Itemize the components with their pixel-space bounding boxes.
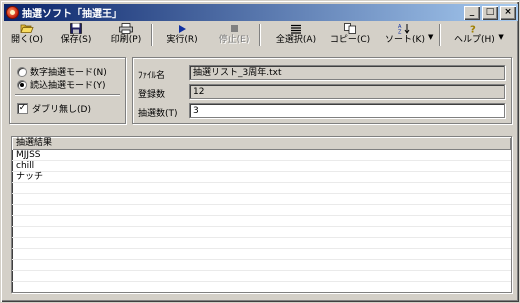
- empty-row: [12, 227, 511, 238]
- results-header[interactable]: 抽選結果: [12, 137, 511, 150]
- floppy-disk-icon: [69, 23, 83, 34]
- file-info-panel: ﾌｧｲﾙ名 抽選リスト_3周年.txt 登録数 12 抽選数(T) 3: [132, 57, 512, 124]
- checkmark-icon[interactable]: ✓: [17, 103, 28, 114]
- mode-divider: [15, 94, 120, 96]
- empty-row: [12, 238, 511, 249]
- maximize-button[interactable]: □: [482, 5, 498, 20]
- empty-row: [12, 271, 511, 282]
- count-field: 12: [189, 84, 505, 99]
- folder-open-icon: [20, 23, 34, 34]
- save-button[interactable]: 保存(S): [54, 22, 98, 47]
- count-label: 登録数: [138, 90, 166, 100]
- title-bar[interactable]: 抽選ソフト「抽選王」 _ □ ×: [4, 4, 518, 21]
- draw-count-input[interactable]: 3: [189, 103, 505, 118]
- toolbar-separator: [439, 24, 442, 46]
- copy-button[interactable]: コピー(C): [328, 22, 372, 47]
- window-controls: _ □ ×: [462, 5, 516, 20]
- help-button[interactable]: ? ヘルプ(H): [450, 22, 498, 47]
- app-window: 抽選ソフト「抽選王」 _ □ × 開く(O) 保存(S) 印刷(P) 実行(R)…: [0, 0, 520, 303]
- open-button[interactable]: 開く(O): [6, 22, 48, 47]
- select-all-icon: [289, 23, 303, 34]
- app-icon: [6, 6, 19, 19]
- empty-row: [12, 216, 511, 227]
- sort-button[interactable]: AZ ソート(K): [382, 22, 428, 47]
- toolbar-separator: [259, 24, 261, 46]
- select-all-button[interactable]: 全選択(A): [272, 22, 320, 47]
- help-dropdown-arrow[interactable]: ▼: [498, 33, 503, 41]
- read-mode-radio[interactable]: 読込抽選モード(Y): [17, 78, 106, 91]
- empty-row: [12, 194, 511, 205]
- sort-dropdown-arrow[interactable]: ▼: [428, 33, 433, 41]
- stop-button[interactable]: 停止(E): [212, 22, 256, 47]
- svg-text:?: ?: [470, 25, 476, 35]
- sort-icon: AZ: [398, 23, 412, 34]
- draw-count-label: 抽選数(T): [138, 109, 178, 119]
- printer-icon: [119, 23, 133, 34]
- filename-label: ﾌｧｲﾙ名: [138, 71, 166, 81]
- print-button[interactable]: 印刷(P): [104, 22, 148, 47]
- window-title: 抽選ソフト「抽選王」: [22, 9, 122, 20]
- play-icon: [175, 23, 189, 34]
- radio-numeric-indicator[interactable]: [17, 66, 27, 77]
- copy-icon: [343, 23, 357, 34]
- filename-field: 抽選リスト_3周年.txt: [189, 65, 505, 80]
- no-duplicate-checkbox[interactable]: ✓ ダブリ無し(D): [17, 102, 91, 115]
- toolbar-separator: [151, 24, 153, 46]
- stop-icon: [227, 23, 241, 34]
- empty-row: [12, 260, 511, 271]
- results-list[interactable]: 抽選結果 MJJSS chill ナッチ: [11, 136, 512, 293]
- list-item[interactable]: chill: [12, 161, 511, 172]
- toolbar: 開く(O) 保存(S) 印刷(P) 実行(R) 停止(E) 全選択(A) コピー…: [4, 22, 518, 48]
- close-button[interactable]: ×: [500, 5, 516, 20]
- mode-panel: 数字抽選モード(N) 読込抽選モード(Y) ✓ ダブリ無し(D): [9, 57, 126, 124]
- minimize-button[interactable]: _: [464, 5, 480, 20]
- numeric-mode-radio[interactable]: 数字抽選モード(N): [17, 65, 107, 78]
- list-item[interactable]: ナッチ: [12, 172, 511, 183]
- empty-row: [12, 205, 511, 216]
- run-button[interactable]: 実行(R): [160, 22, 204, 47]
- list-item[interactable]: MJJSS: [12, 150, 511, 161]
- empty-row: [12, 249, 511, 260]
- radio-read-indicator[interactable]: [17, 79, 27, 90]
- empty-row: [12, 183, 511, 194]
- help-icon: ?: [467, 23, 481, 35]
